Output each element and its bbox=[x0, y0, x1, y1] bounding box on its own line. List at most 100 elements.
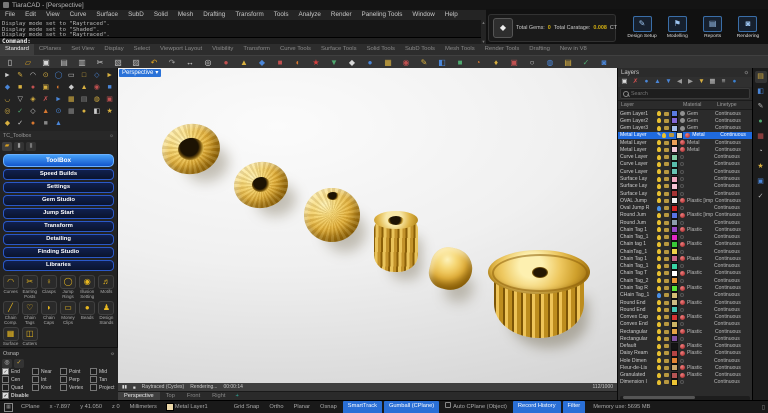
toolbox-button-libraries[interactable]: Libraries bbox=[3, 260, 114, 271]
toolbar-icon[interactable]: ◆ bbox=[345, 56, 359, 68]
menu-subd[interactable]: SubD bbox=[123, 10, 149, 20]
toolbar-icon[interactable]: ▧ bbox=[111, 56, 125, 68]
toolbar-tab-surface-tools[interactable]: Surface Tools bbox=[316, 44, 362, 55]
layer-row[interactable]: Chain tag 1PlasticContinuous bbox=[618, 241, 752, 248]
toolbar-icon[interactable]: ★ bbox=[309, 56, 323, 68]
layer-row[interactable]: Chain Tag_2Continuous bbox=[618, 277, 752, 284]
layer-row[interactable]: Surface LayContinuous bbox=[618, 183, 752, 190]
layer-color-swatch[interactable] bbox=[672, 242, 677, 247]
tool-icon[interactable]: ■ bbox=[103, 82, 116, 93]
tool-icon[interactable]: ✓ bbox=[14, 118, 27, 129]
layer-color-swatch[interactable] bbox=[672, 336, 677, 341]
library-item-illusion-setting[interactable]: ◉Illusion Setting bbox=[78, 275, 97, 299]
tool-icon[interactable]: ◍ bbox=[90, 94, 103, 105]
viewport-3d[interactable]: Perspective ▾ ▮▮ ■ Raytraced (Cycles) Re… bbox=[118, 68, 617, 391]
viewport-tab-top[interactable]: Top bbox=[160, 392, 181, 400]
tool-icon[interactable]: ▽ bbox=[14, 94, 27, 105]
toolbar-icon[interactable]: ■ bbox=[273, 56, 287, 68]
layer-color-swatch[interactable] bbox=[672, 220, 677, 225]
panel-tab-icon[interactable]: ✓ bbox=[755, 191, 767, 203]
library-item-clasps[interactable]: ♀Clasps bbox=[39, 275, 58, 299]
toolbar-icon[interactable]: ✎ bbox=[417, 56, 431, 68]
layer-row[interactable]: Hole DimenContinuous bbox=[618, 357, 752, 364]
layer-color-swatch[interactable] bbox=[672, 206, 677, 211]
active-layer-chip[interactable]: Metal Layer1 bbox=[162, 404, 213, 410]
status-toggle-auto-cplane-object[interactable]: Auto CPlane (Object) bbox=[440, 401, 512, 413]
layer-visibility-bulb-icon[interactable] bbox=[657, 256, 661, 261]
layer-color-swatch[interactable] bbox=[672, 126, 677, 131]
layer-color-swatch[interactable] bbox=[672, 140, 677, 145]
toolbar-icon[interactable]: ▤ bbox=[561, 56, 575, 68]
layer-row[interactable]: Round JumContinuous bbox=[618, 219, 752, 226]
add-viewport-button[interactable]: + bbox=[231, 392, 242, 400]
layer-visibility-bulb-icon[interactable] bbox=[662, 133, 666, 138]
layer-row[interactable]: Chain Tag RPlasticContinuous bbox=[618, 284, 752, 291]
osnap-quad[interactable]: Quad bbox=[2, 384, 32, 391]
toolbar-tab-subd-tools[interactable]: SubD Tools bbox=[400, 44, 440, 55]
layers-toolbar-icon[interactable]: ▦ bbox=[708, 77, 717, 87]
layer-row[interactable]: OVAL JumpPlastic [impContinuous bbox=[618, 197, 752, 204]
layer-color-swatch[interactable] bbox=[672, 286, 677, 291]
menu-transform[interactable]: Transform bbox=[230, 10, 268, 20]
toolbar-icon[interactable]: ♦ bbox=[489, 56, 503, 68]
layer-row[interactable]: Gem Layer3GemContinuous bbox=[618, 125, 752, 132]
status-toggle-record-history[interactable]: Record History bbox=[513, 401, 561, 413]
layer-row[interactable]: DefaultPlasticContinuous bbox=[618, 343, 752, 350]
tool-icon[interactable]: ▲ bbox=[52, 118, 65, 129]
menu-window[interactable]: Window bbox=[407, 10, 439, 20]
layers-toolbar-icon[interactable]: ≡ bbox=[719, 77, 728, 87]
toolbox-button-finding-studio[interactable]: Finding Studio bbox=[3, 247, 114, 258]
layer-color-swatch[interactable] bbox=[672, 307, 677, 312]
tool-icon[interactable]: ◆ bbox=[1, 118, 14, 129]
tool-icon[interactable]: ● bbox=[27, 82, 40, 93]
layer-lock-icon[interactable] bbox=[664, 213, 669, 217]
panel-icon[interactable]: ▯ bbox=[762, 404, 765, 411]
osnap-knot[interactable]: Knot bbox=[32, 384, 60, 391]
toolbar-icon[interactable]: ↶ bbox=[147, 56, 161, 68]
tool-icon[interactable]: ► bbox=[1, 70, 14, 81]
toolbar-tab-display[interactable]: Display bbox=[99, 44, 128, 55]
column-linetype[interactable]: Linetype bbox=[717, 102, 752, 108]
layer-row[interactable]: Chain Tag_1Continuous bbox=[618, 263, 752, 270]
layer-visibility-bulb-icon[interactable] bbox=[657, 344, 661, 349]
layer-row[interactable]: GranulatedPlasticContinuous bbox=[618, 372, 752, 379]
tool-icon[interactable]: ■ bbox=[14, 82, 27, 93]
layer-visibility-bulb-icon[interactable] bbox=[657, 169, 661, 174]
layer-color-swatch[interactable] bbox=[672, 322, 677, 327]
layer-color-swatch[interactable] bbox=[672, 351, 677, 356]
layer-color-swatch[interactable] bbox=[672, 191, 677, 196]
menu-paneling-tools[interactable]: Paneling Tools bbox=[357, 10, 408, 20]
layer-row[interactable]: Convex EndContinuous bbox=[618, 321, 752, 328]
tool-icon[interactable]: ◯ bbox=[52, 70, 65, 81]
layer-visibility-bulb-icon[interactable] bbox=[657, 271, 661, 276]
panel-tab-icon[interactable]: ✎ bbox=[755, 101, 767, 113]
library-item-design-stands[interactable]: ♟Design Stands bbox=[97, 301, 116, 325]
tool-icon[interactable]: ◧ bbox=[90, 106, 103, 117]
layer-row[interactable]: Round JumPlastic [impContinuous bbox=[618, 212, 752, 219]
layer-lock-icon[interactable] bbox=[664, 337, 669, 341]
tool-icon[interactable]: ⊙ bbox=[52, 106, 65, 117]
panel-tab-icon[interactable]: ◔ bbox=[755, 146, 767, 158]
toolbar-icon[interactable]: ▼ bbox=[327, 56, 341, 68]
panel-tab-icon[interactable]: ◧ bbox=[755, 86, 767, 98]
layer-lock-icon[interactable] bbox=[664, 257, 669, 261]
layer-lock-icon[interactable] bbox=[664, 192, 669, 196]
status-toggle-gumball-cplane[interactable]: Gumball (CPlane) bbox=[384, 401, 439, 413]
tool-icon[interactable]: ✗ bbox=[39, 94, 52, 105]
layer-visibility-bulb-icon[interactable] bbox=[657, 278, 661, 283]
toolbar-icon[interactable]: ◔ bbox=[471, 56, 485, 68]
layer-color-swatch[interactable] bbox=[672, 278, 677, 283]
tool-icon[interactable]: ◇ bbox=[90, 70, 103, 81]
osnap-near[interactable]: Near bbox=[32, 368, 60, 375]
status-units[interactable]: Millimeters bbox=[125, 401, 162, 413]
tool-icon[interactable]: ▦ bbox=[65, 94, 78, 105]
tool-icon[interactable]: ◆ bbox=[1, 82, 14, 93]
layer-lock-icon[interactable] bbox=[664, 264, 669, 268]
tool-icon[interactable]: ▭ bbox=[65, 70, 78, 81]
menu-drafting[interactable]: Drafting bbox=[198, 10, 230, 20]
toolbar-icon[interactable]: ▲ bbox=[237, 56, 251, 68]
layer-visibility-bulb-icon[interactable] bbox=[657, 235, 661, 240]
layer-visibility-bulb-icon[interactable] bbox=[657, 140, 661, 145]
layer-visibility-bulb-icon[interactable] bbox=[657, 365, 661, 370]
layer-row[interactable]: Chain Tag 1PlasticContinuous bbox=[618, 255, 752, 262]
